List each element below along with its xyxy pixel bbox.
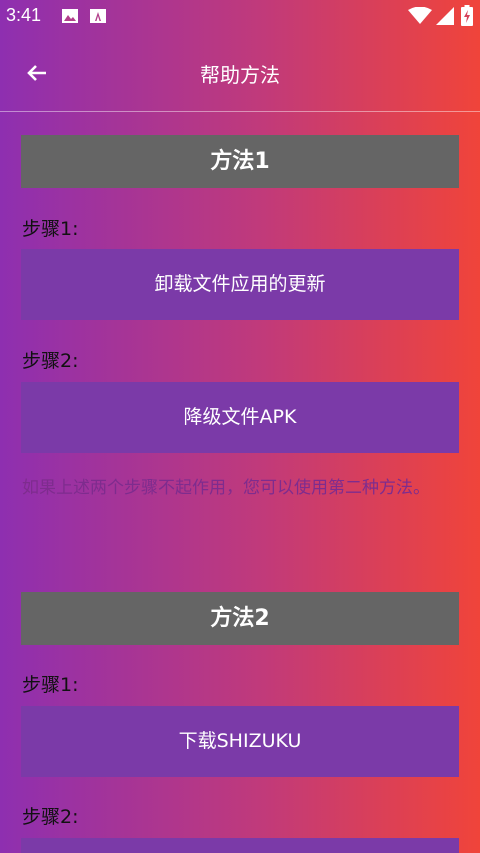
method1-step1-label: 步骤1: xyxy=(22,218,79,240)
wifi-icon xyxy=(408,7,432,24)
image-icon xyxy=(62,9,78,23)
method2-step1-label: 步骤1: xyxy=(22,674,79,696)
status-time: 3:41 xyxy=(6,5,42,25)
signal-icon xyxy=(436,7,454,25)
page-title: 帮助方法 xyxy=(200,63,280,87)
app-bar-divider xyxy=(0,111,480,112)
text-app-icon xyxy=(90,9,106,23)
method2-step2-button[interactable] xyxy=(21,838,459,853)
battery-icon xyxy=(461,5,473,26)
method2-header: 方法2 xyxy=(21,592,459,645)
downgrade-apk-button[interactable]: 降级文件APK xyxy=(21,382,459,453)
method1-note: 如果上述两个步骤不起作用，您可以使用第二种方法。 xyxy=(22,478,430,498)
method2-step2-label: 步骤2: xyxy=(22,806,79,828)
app-bar: 帮助方法 xyxy=(0,32,480,112)
uninstall-updates-button[interactable]: 卸载文件应用的更新 xyxy=(21,249,459,320)
download-shizuku-button[interactable]: 下载SHIZUKU xyxy=(21,706,459,777)
method1-step2-label: 步骤2: xyxy=(22,350,79,372)
status-bar: 3:41 xyxy=(0,0,480,32)
method1-header: 方法1 xyxy=(21,135,459,188)
